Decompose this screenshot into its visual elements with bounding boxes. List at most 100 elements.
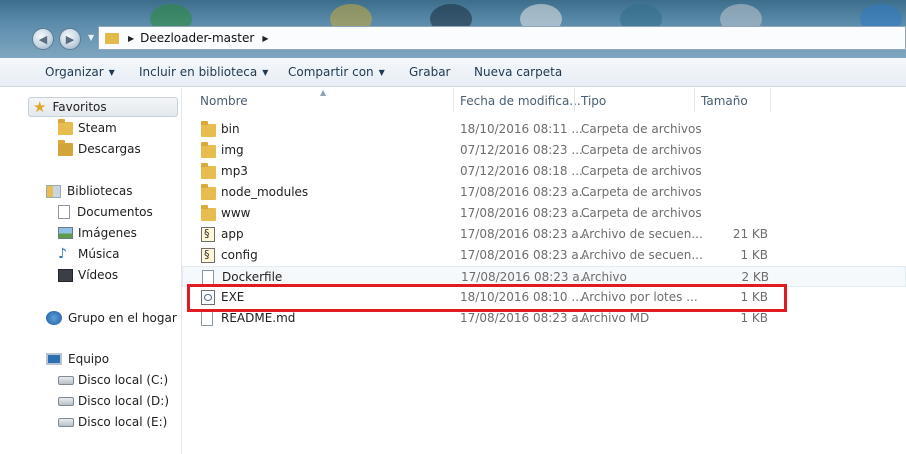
file-row[interactable]: www 17/08/2016 08:23 a... Carpeta de arc…	[182, 203, 906, 224]
file-icon	[201, 311, 213, 326]
file-size: 2 KB	[741, 270, 769, 284]
file-size: 21 KB	[732, 227, 768, 241]
music-note-icon: ♪	[58, 246, 67, 262]
document-icon	[58, 205, 70, 219]
file-row[interactable]: Dockerfile 17/08/2016 08:23 a... Archivo…	[182, 266, 906, 287]
file-row[interactable]: node_modules 17/08/2016 08:23 a... Carpe…	[182, 182, 906, 203]
nav-disk-d-label: Disco local (D:)	[78, 394, 170, 408]
nav-documents-label: Documentos	[77, 205, 153, 219]
nav-music-label: Música	[78, 247, 120, 261]
nav-steam[interactable]: Steam	[58, 118, 117, 135]
hard-drive-icon	[58, 417, 74, 427]
chevron-down-icon: ▼	[262, 68, 269, 77]
file-date: 17/08/2016 08:23 a...	[460, 311, 591, 325]
nav-videos[interactable]: Vídeos	[58, 268, 118, 282]
back-button[interactable]: ◀	[32, 28, 54, 50]
address-bar[interactable]: ▶ Deezloader-master ▶	[98, 26, 906, 50]
library-icon	[46, 184, 61, 198]
nav-disk-d[interactable]: Disco local (D:)	[58, 394, 169, 408]
column-divider[interactable]	[453, 88, 454, 112]
file-date: 18/10/2016 08:10 ...	[460, 290, 583, 304]
script-icon	[201, 227, 215, 242]
nav-disk-c[interactable]: Disco local (C:)	[58, 373, 168, 387]
arrow-left-icon: ◀	[38, 32, 48, 46]
title-bar: ◀ ▶ ▼ ▶ Deezloader-master ▶	[0, 0, 906, 58]
nav-libraries-label: Bibliotecas	[67, 184, 133, 198]
file-row[interactable]: img 07/12/2016 08:23 ... Carpeta de arch…	[182, 140, 906, 161]
include-in-library-button[interactable]: Incluir en biblioteca ▼	[139, 65, 268, 79]
nav-steam-label: Steam	[78, 121, 117, 135]
file-icon	[202, 270, 214, 285]
column-header-date[interactable]: Fecha de modifica...	[460, 94, 581, 108]
file-type: Archivo de secuen...	[581, 227, 703, 241]
chevron-down-icon: ▼	[378, 68, 385, 77]
column-divider[interactable]	[694, 88, 695, 112]
file-type: Archivo de secuen...	[581, 248, 703, 262]
folder-icon	[201, 184, 216, 200]
nav-downloads[interactable]: Descargas	[58, 139, 141, 156]
film-icon	[58, 268, 73, 282]
column-header-name[interactable]: Nombre	[200, 94, 248, 108]
file-row[interactable]: app 17/08/2016 08:23 a... Archivo de sec…	[182, 224, 906, 245]
chevron-down-icon: ▼	[108, 68, 115, 77]
nav-images[interactable]: Imágenes	[58, 226, 137, 240]
include-label: Incluir en biblioteca	[139, 65, 258, 79]
folder-icon	[201, 142, 216, 158]
folder-icon	[105, 32, 119, 44]
file-date: 17/08/2016 08:23 a...	[460, 248, 591, 262]
chevron-right-icon[interactable]: ▶	[262, 34, 268, 43]
nav-homegroup[interactable]: Grupo en el hogar	[46, 311, 177, 325]
file-row[interactable]: bin 18/10/2016 08:11 ... Carpeta de arch…	[182, 119, 906, 140]
organize-label: Organizar	[45, 65, 104, 79]
nav-documents[interactable]: Documentos	[58, 205, 153, 219]
new-folder-button[interactable]: Nueva carpeta	[474, 65, 562, 79]
column-divider[interactable]	[770, 88, 771, 112]
star-icon: ★	[33, 98, 47, 116]
file-name: README.md	[221, 311, 296, 325]
nav-disk-e[interactable]: Disco local (E:)	[58, 415, 167, 429]
file-name: app	[221, 227, 244, 241]
file-name: img	[221, 143, 244, 157]
folder-icon	[201, 205, 216, 221]
organize-button[interactable]: Organizar ▼	[45, 65, 115, 79]
file-name: node_modules	[221, 185, 309, 199]
nav-music[interactable]: ♪ Música	[58, 247, 120, 261]
file-type: Carpeta de archivos	[581, 164, 702, 178]
batch-file-icon	[201, 290, 215, 305]
nav-libraries[interactable]: Bibliotecas	[46, 184, 132, 198]
burn-button[interactable]: Grabar	[409, 65, 451, 79]
column-divider[interactable]	[574, 88, 575, 112]
chevron-right-icon[interactable]: ▶	[128, 34, 134, 43]
file-row[interactable]: README.md 17/08/2016 08:23 a... Archivo …	[182, 308, 906, 329]
column-header-size[interactable]: Tamaño	[701, 94, 748, 108]
file-row[interactable]: config 17/08/2016 08:23 a... Archivo de …	[182, 245, 906, 266]
nav-disk-c-label: Disco local (C:)	[78, 373, 169, 387]
folder-icon	[201, 163, 216, 179]
hard-drive-icon	[58, 375, 74, 385]
file-type: Carpeta de archivos	[581, 122, 702, 136]
downloads-folder-icon	[58, 139, 73, 156]
file-type: Carpeta de archivos	[581, 185, 702, 199]
nav-favorites[interactable]: ★ Favoritos	[28, 97, 178, 117]
folder-icon	[201, 121, 216, 137]
column-header-type[interactable]: Tipo	[581, 94, 606, 108]
breadcrumb-item[interactable]: Deezloader-master	[140, 31, 254, 45]
file-date: 07/12/2016 08:23 ...	[460, 143, 583, 157]
nav-favorites-label: Favoritos	[52, 100, 107, 114]
share-with-button[interactable]: Compartir con ▼	[288, 65, 385, 79]
recent-pages-dropdown[interactable]: ▼	[88, 33, 94, 42]
file-row[interactable]: EXE 18/10/2016 08:10 ... Archivo por lot…	[182, 287, 906, 308]
file-size: 1 KB	[740, 290, 768, 304]
arrow-right-icon: ▶	[65, 32, 75, 46]
file-row[interactable]: mp3 07/12/2016 08:18 ... Carpeta de arch…	[182, 161, 906, 182]
file-date: 17/08/2016 08:23 a...	[460, 206, 591, 220]
file-type: Archivo MD	[581, 311, 650, 325]
nav-computer[interactable]: Equipo	[46, 352, 109, 366]
file-type: Archivo por lotes ...	[581, 290, 698, 304]
file-type: Archivo	[582, 270, 627, 284]
navigation-pane: ★ Favoritos Steam Descargas Bibliotecas …	[0, 88, 182, 454]
file-type: Carpeta de archivos	[581, 206, 702, 220]
nav-homegroup-label: Grupo en el hogar	[68, 311, 177, 325]
forward-button[interactable]: ▶	[59, 28, 81, 50]
folder-icon	[58, 118, 73, 135]
